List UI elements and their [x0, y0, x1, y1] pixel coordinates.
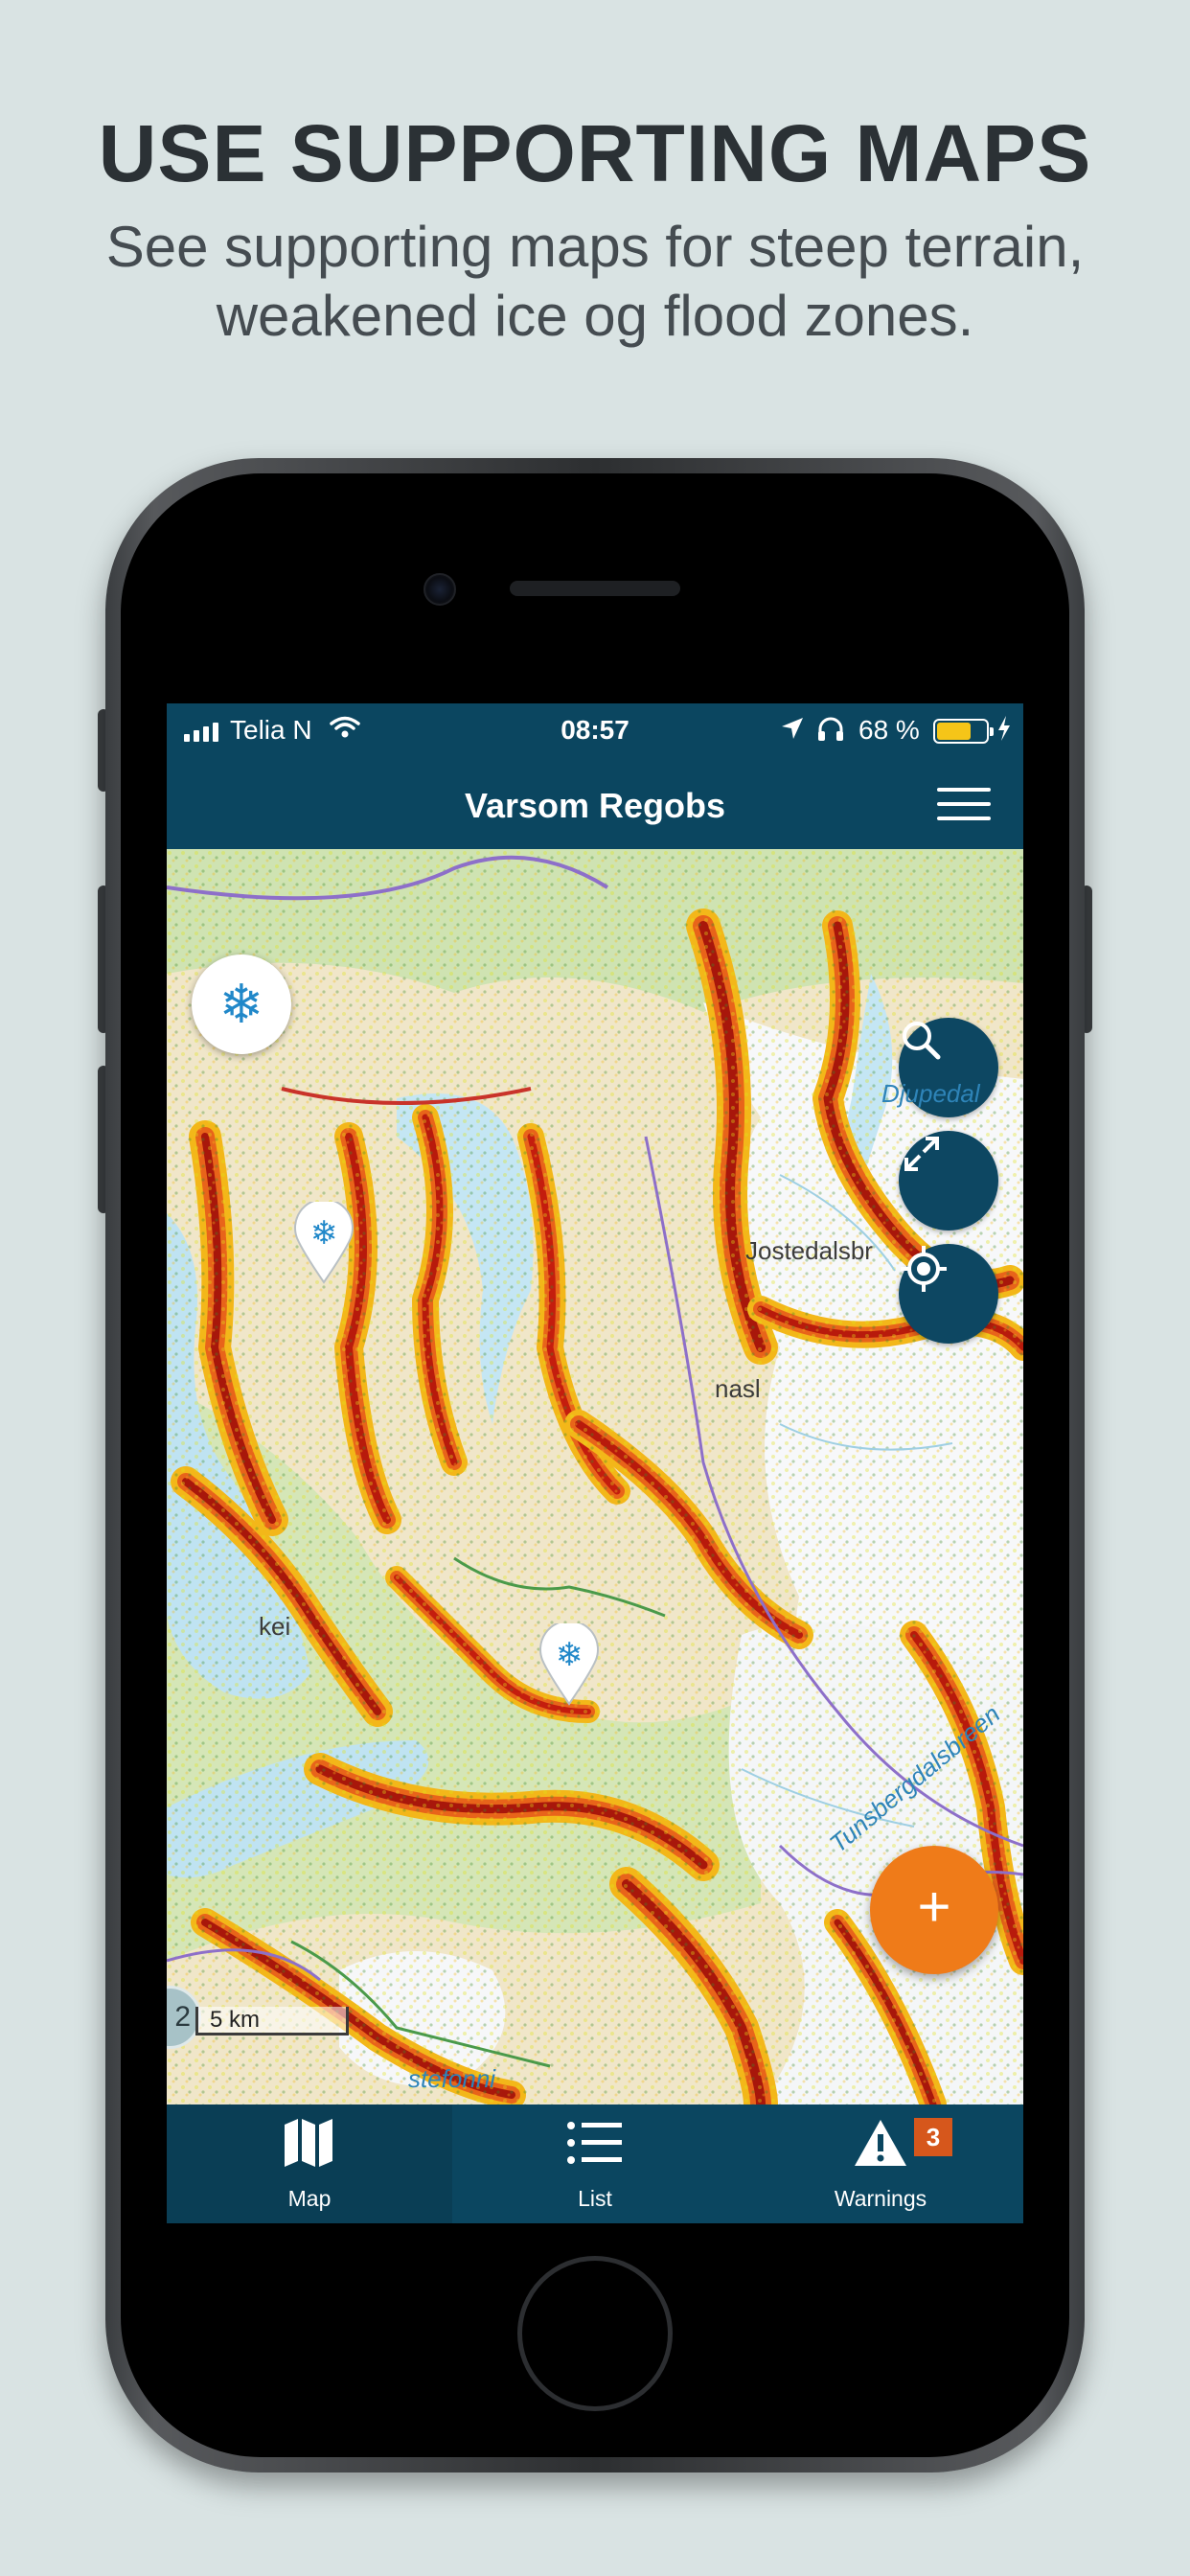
- promo-subtitle-line-1: See supporting maps for steep terrain,: [105, 215, 1085, 279]
- snow-mode-button[interactable]: ❄: [192, 954, 291, 1054]
- charging-bolt-icon: [996, 715, 1012, 748]
- headphones-icon: [816, 716, 845, 749]
- tab-label: Map: [287, 2186, 332, 2211]
- map-view[interactable]: ❄ ❄ ❄ 2 Djupedal Jostedalsbr nasl kei Tu…: [167, 849, 1023, 2104]
- tab-label: List: [578, 2186, 612, 2211]
- status-bar: Telia N 08:57 68 %: [167, 703, 1023, 757]
- expand-icon: [904, 1137, 939, 1171]
- tab-label: Warnings: [834, 2186, 927, 2211]
- app-title: Varsom Regobs: [464, 786, 726, 825]
- tab-list[interactable]: List: [452, 2104, 738, 2223]
- front-camera: [423, 573, 456, 606]
- map-place-label: nasl: [715, 1374, 761, 1403]
- hamburger-menu-icon[interactable]: [937, 788, 991, 820]
- app-navbar: Varsom Regobs: [167, 757, 1023, 849]
- map-place-label: kei: [259, 1612, 291, 1641]
- battery-percentage: 68 %: [858, 715, 920, 745]
- svg-text:❄: ❄: [310, 1214, 338, 1253]
- add-observation-button[interactable]: +: [870, 1846, 998, 1974]
- svg-text:❄: ❄: [556, 1636, 584, 1674]
- promo-title: USE SUPPORTING MAPS: [98, 108, 1092, 198]
- earpiece-speaker: [510, 581, 680, 596]
- observation-marker[interactable]: ❄: [293, 1202, 355, 1284]
- observation-marker[interactable]: ❄: [538, 1623, 600, 1706]
- promo-subtitle-line-2: weakened ice og flood zones.: [216, 284, 974, 348]
- phone-screen: Telia N 08:57 68 % Varsom Regobs ❄ ❄ ❄ 2…: [167, 703, 1023, 2223]
- map-place-label: stefonni: [408, 2064, 496, 2093]
- snowflake-icon: ❄: [218, 974, 264, 1034]
- battery-icon: [933, 719, 994, 744]
- promo-subtitle: See supporting maps for steep terrain, w…: [0, 213, 1190, 351]
- warnings-badge: 3: [914, 2118, 952, 2156]
- map-fullscreen-button[interactable]: [899, 1131, 998, 1230]
- map-scale-bar: 5 km: [195, 2007, 349, 2036]
- location-arrow-icon: [780, 716, 805, 748]
- map-icon: [283, 2109, 336, 2176]
- map-locate-button[interactable]: [899, 1244, 998, 1344]
- search-icon: [903, 1022, 941, 1060]
- list-icon: [566, 2109, 624, 2176]
- home-button[interactable]: [517, 2256, 673, 2411]
- map-place-label: Jostedalsbr: [745, 1236, 873, 1265]
- tab-map[interactable]: Map: [167, 2104, 452, 2223]
- tab-warnings[interactable]: 3 Warnings: [738, 2104, 1023, 2223]
- warning-icon: [852, 2109, 909, 2176]
- locate-icon: [901, 1246, 947, 1292]
- map-place-label: Djupedal: [881, 1079, 980, 1108]
- bottom-tab-bar: Map List 3 Warnings: [167, 2104, 1023, 2223]
